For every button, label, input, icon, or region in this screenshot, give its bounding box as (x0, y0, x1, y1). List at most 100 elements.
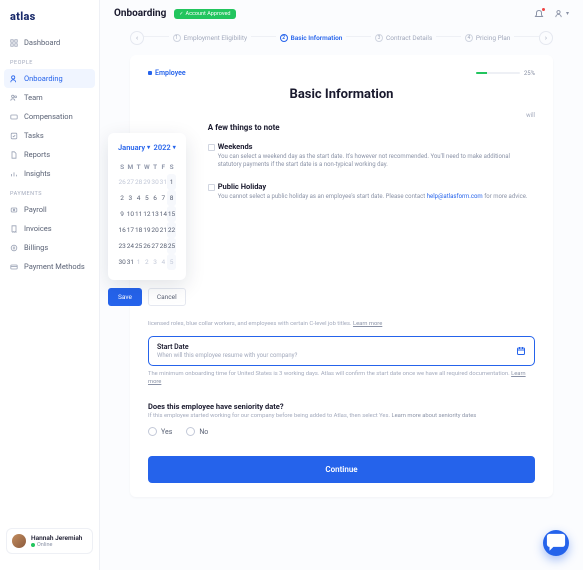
section-heading: Basic Information (148, 87, 535, 102)
calendar-day[interactable]: 13 (151, 206, 159, 222)
calendar-day[interactable]: 19 (143, 222, 151, 238)
profile-menu[interactable]: ▾ (554, 9, 569, 18)
calendar-day[interactable]: 31 (159, 174, 167, 190)
note-public-holiday: Public Holiday You cannot select a publi… (208, 182, 535, 201)
user-plus-icon (10, 75, 18, 83)
dollar-icon (10, 206, 18, 214)
calendar-month[interactable]: January ▾ (118, 143, 150, 152)
calendar-day[interactable]: 4 (134, 190, 142, 206)
nav-label: Payment Methods (24, 262, 85, 271)
calendar-day[interactable]: 5 (167, 254, 175, 270)
step-3[interactable]: 3Contract Details (371, 34, 436, 42)
calendar-day[interactable]: 4 (159, 254, 167, 270)
nav-reports[interactable]: Reports (0, 145, 99, 164)
step-next[interactable]: › (539, 31, 553, 45)
calendar-day[interactable]: 18 (134, 222, 142, 238)
notifications-icon[interactable] (534, 9, 544, 19)
progress: 25% (476, 70, 535, 77)
chevron-down-icon: ▾ (147, 144, 150, 151)
users-icon (10, 94, 18, 102)
start-date-field[interactable]: Start Date When will this employee resum… (148, 336, 535, 366)
user-card[interactable]: Hannah Jeremiah Online (6, 528, 93, 554)
radio-yes[interactable]: Yes (148, 427, 172, 436)
calendar-day[interactable]: 5 (143, 190, 151, 206)
calendar-day[interactable]: 16 (118, 222, 126, 238)
calendar-day[interactable]: 26 (143, 238, 151, 254)
wallet-icon (10, 113, 18, 121)
nav-onboarding[interactable]: Onboarding (4, 69, 95, 88)
nav-insights[interactable]: Insights (0, 164, 99, 183)
calendar-day[interactable]: 27 (126, 174, 134, 190)
nav-team[interactable]: Team (0, 88, 99, 107)
calendar-day[interactable]: 2 (143, 254, 151, 270)
calendar-day[interactable]: 3 (126, 190, 134, 206)
calendar-year[interactable]: 2022 ▾ (154, 143, 176, 152)
calendar-day[interactable]: 22 (167, 222, 175, 238)
nav-invoices[interactable]: Invoices (0, 219, 99, 238)
step-2[interactable]: 2Basic Information (276, 34, 347, 42)
stray-text: will (148, 112, 535, 119)
calendar-day[interactable]: 1 (167, 174, 175, 190)
stepper: ‹ 1Employment Eligibility 2Basic Informa… (100, 27, 583, 55)
start-date-sub: When will this employee resume with your… (157, 352, 297, 359)
calendar-day[interactable]: 10 (126, 206, 134, 222)
chat-fab[interactable] (543, 530, 569, 556)
calendar-day[interactable]: 24 (126, 238, 134, 254)
calendar-day[interactable]: 30 (118, 254, 126, 270)
nav-compensation[interactable]: Compensation (0, 107, 99, 126)
help-email-link[interactable]: help@atlasform.com (427, 193, 483, 200)
calendar-save-button[interactable]: Save (108, 288, 142, 306)
calendar-day[interactable]: 9 (118, 206, 126, 222)
calendar-day[interactable]: 14 (159, 206, 167, 222)
section-people: PEOPLE (0, 52, 99, 69)
calendar-day[interactable]: 23 (118, 238, 126, 254)
chevron-down-icon: ▾ (566, 10, 569, 17)
calendar-day[interactable]: 21 (159, 222, 167, 238)
nav-payment-methods[interactable]: Payment Methods (0, 257, 99, 276)
nav-label: Compensation (24, 112, 73, 121)
step-1[interactable]: 1Employment Eligibility (169, 34, 252, 42)
calendar-day[interactable]: 17 (126, 222, 134, 238)
calendar-day[interactable]: 29 (143, 174, 151, 190)
nav-dashboard[interactable]: Dashboard (0, 33, 99, 52)
nav-tasks[interactable]: Tasks (0, 126, 99, 145)
calendar-day[interactable]: 2 (118, 190, 126, 206)
calendar-day[interactable]: 3 (151, 254, 159, 270)
calendar-icon (516, 346, 526, 356)
calendar-day[interactable]: 8 (167, 190, 175, 206)
sidebar: atlas Dashboard PEOPLE Onboarding Team C… (0, 0, 100, 570)
nav-label: Payroll (24, 205, 47, 214)
seniority-link[interactable]: Learn more about seniority dates (391, 413, 476, 419)
step-prev[interactable]: ‹ (130, 31, 144, 45)
calendar-day[interactable]: 28 (159, 238, 167, 254)
calendar-day[interactable]: 12 (143, 206, 151, 222)
calendar-day[interactable]: 1 (134, 254, 142, 270)
calendar-day[interactable]: 27 (151, 238, 159, 254)
calendar-day[interactable]: 25 (167, 238, 175, 254)
progress-pct: 25% (524, 70, 535, 77)
helper-text: The minimum onboarding time for United S… (148, 371, 511, 377)
nav-label: Dashboard (24, 38, 60, 47)
hint-link[interactable]: Learn more (353, 321, 382, 327)
calendar-day[interactable]: 11 (134, 206, 142, 222)
calendar-day[interactable]: 7 (159, 190, 167, 206)
calendar-day[interactable]: 28 (134, 174, 142, 190)
calendar-day[interactable]: 6 (151, 190, 159, 206)
dow: T (134, 160, 142, 174)
nav-label: Reports (24, 150, 50, 159)
step-4[interactable]: 4Pricing Plan (461, 34, 515, 42)
continue-button[interactable]: Continue (148, 456, 535, 483)
calendar-day[interactable]: 25 (134, 238, 142, 254)
calendar-day[interactable]: 15 (167, 206, 175, 222)
calendar-cancel-button[interactable]: Cancel (148, 288, 186, 306)
calendar-day[interactable]: 20 (151, 222, 159, 238)
calendar-day[interactable]: 30 (151, 174, 159, 190)
radio-no[interactable]: No (186, 427, 208, 436)
form-card: Employee 25% Basic Information will Janu… (130, 55, 553, 497)
dow: W (143, 160, 151, 174)
card-icon (10, 263, 18, 271)
nav-billings[interactable]: Billings (0, 238, 99, 257)
nav-payroll[interactable]: Payroll (0, 200, 99, 219)
calendar-day[interactable]: 31 (126, 254, 134, 270)
calendar-day[interactable]: 26 (118, 174, 126, 190)
